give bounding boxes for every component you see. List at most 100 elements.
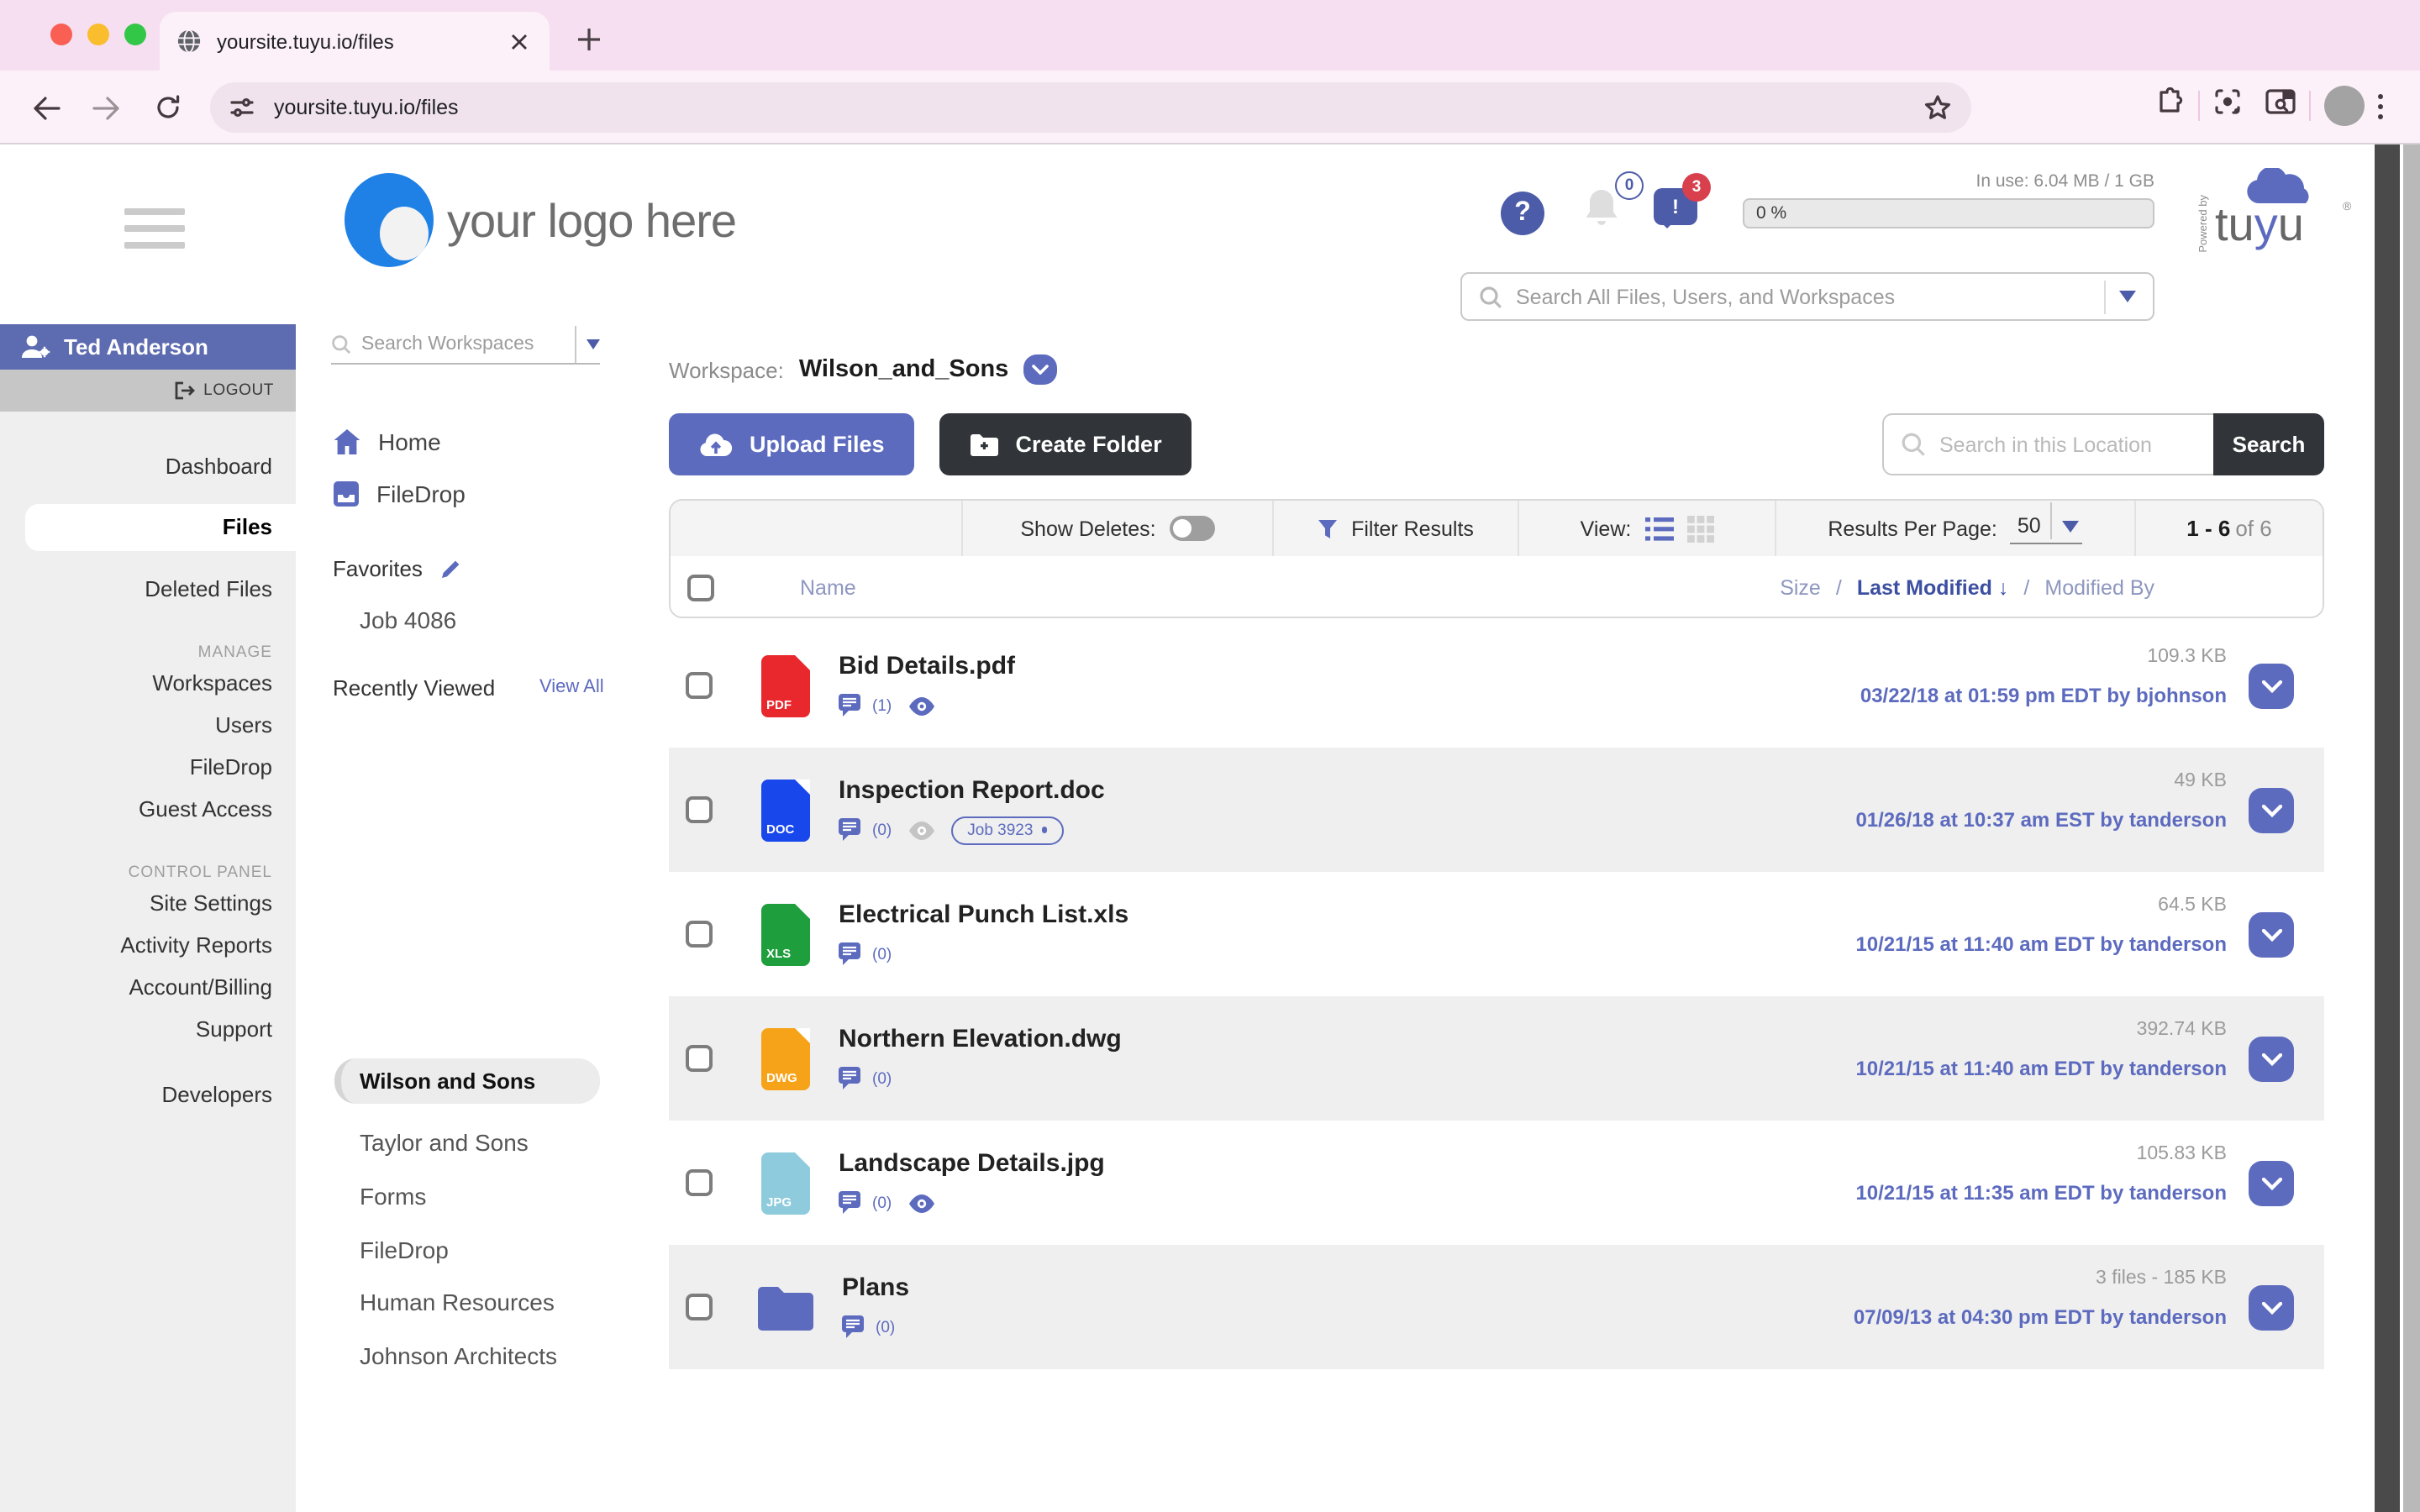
logout-button[interactable]: LOGOUT — [0, 370, 296, 412]
show-deletes-toggle[interactable] — [1170, 516, 1215, 541]
recent-item-active[interactable]: Wilson and Sons — [334, 1058, 600, 1104]
location-search-input[interactable] — [1939, 433, 2158, 456]
comments-icon[interactable] — [839, 942, 864, 966]
recent-item[interactable]: Forms — [360, 1183, 426, 1210]
recent-item[interactable]: FileDrop — [360, 1236, 449, 1263]
sidebar-item-site-settings[interactable]: Site Settings — [0, 882, 296, 924]
address-bar[interactable]: yoursite.tuyu.io/files — [210, 82, 1971, 133]
search-button[interactable]: Search — [2213, 413, 2324, 475]
new-tab-button[interactable] — [565, 15, 612, 62]
workspace-label: Workspace: — [669, 357, 784, 382]
row-checkbox[interactable] — [686, 1045, 713, 1072]
file-name[interactable]: Bid Details.pdf — [839, 652, 1015, 680]
notifications-button[interactable]: 0 — [1580, 185, 1637, 242]
sidebar-item-account-billing[interactable]: Account/Billing — [0, 966, 296, 1008]
column-header-name[interactable]: Name — [800, 575, 856, 599]
row-actions-button[interactable] — [2249, 912, 2294, 958]
table-row[interactable]: DOC Inspection Report.doc (0) Job — [669, 748, 2324, 872]
extensions-icon[interactable] — [2156, 87, 2185, 124]
column-header-size[interactable]: Size — [1780, 575, 1821, 599]
row-checkbox[interactable] — [686, 921, 713, 948]
comments-icon[interactable] — [839, 818, 864, 842]
browser-tab[interactable]: yoursite.tuyu.io/files — [160, 12, 550, 71]
row-checkbox[interactable] — [686, 672, 713, 699]
sidebar-item-activity-reports[interactable]: Activity Reports — [0, 924, 296, 966]
forward-button[interactable] — [84, 86, 128, 129]
close-window-button[interactable] — [50, 24, 72, 45]
comments-icon[interactable] — [839, 1067, 864, 1090]
file-name[interactable]: Landscape Details.jpg — [839, 1149, 1105, 1178]
sidebar-item-deleted-files[interactable]: Deleted Files — [0, 568, 296, 610]
table-row[interactable]: XLS Electrical Punch List.xls (0) 64.5 K… — [669, 872, 2324, 996]
global-search-dropdown-icon[interactable] — [2119, 291, 2136, 302]
row-checkbox[interactable] — [686, 1169, 713, 1196]
table-row[interactable]: Plans (0) 3 files - 185 KB 07/09/13 at 0… — [669, 1245, 2324, 1369]
comments-icon[interactable] — [839, 1191, 864, 1215]
file-name[interactable]: Electrical Punch List.xls — [839, 900, 1128, 929]
column-header-last-modified[interactable]: Last Modified ↓ — [1857, 575, 2009, 599]
workspace-search-input[interactable] — [361, 333, 565, 354]
create-folder-button[interactable]: Create Folder — [940, 413, 1192, 475]
browser-menu-icon[interactable] — [2365, 87, 2396, 125]
nav-item-home[interactable]: Home — [333, 428, 441, 455]
filter-results-button[interactable]: Filter Results — [1274, 501, 1519, 556]
back-button[interactable] — [24, 86, 67, 129]
tab-close-icon[interactable] — [506, 28, 533, 55]
results-per-page-select[interactable]: 50 — [2011, 512, 2083, 544]
site-settings-icon[interactable] — [230, 96, 254, 119]
row-checkbox[interactable] — [686, 796, 713, 823]
hamburger-menu-icon[interactable] — [124, 208, 185, 249]
recent-item[interactable]: Taylor and Sons — [360, 1129, 529, 1156]
sidebar-item-developers[interactable]: Developers — [0, 1074, 296, 1116]
favorite-item[interactable]: Job 4086 — [360, 606, 456, 633]
messages-button[interactable]: ! 3 — [1654, 188, 1697, 225]
row-actions-button[interactable] — [2249, 1161, 2294, 1206]
sidebar-item-workspaces[interactable]: Workspaces — [0, 662, 296, 704]
sidebar-item-guest-access[interactable]: Guest Access — [0, 788, 296, 830]
zoom-window-button[interactable] — [124, 24, 146, 45]
row-actions-button[interactable] — [2249, 1285, 2294, 1331]
row-actions-button[interactable] — [2249, 788, 2294, 833]
url-text[interactable]: yoursite.tuyu.io/files — [274, 96, 1904, 119]
recent-item[interactable]: Human Resources — [360, 1289, 555, 1315]
column-header-modified-by[interactable]: Modified By — [2044, 575, 2154, 599]
bookmark-star-icon[interactable] — [1924, 94, 1951, 121]
workspace-dropdown-button[interactable] — [1023, 354, 1057, 385]
folder-name[interactable]: Plans — [842, 1273, 909, 1302]
view-all-link[interactable]: View All — [539, 677, 604, 697]
upload-files-button[interactable]: Upload Files — [669, 413, 915, 475]
table-row[interactable]: PDF Bid Details.pdf (1) — [669, 623, 2324, 748]
sidebar-item-filedrop[interactable]: FileDrop — [0, 746, 296, 788]
edit-pencil-icon[interactable] — [439, 557, 463, 580]
global-search-input[interactable] — [1516, 285, 2091, 308]
profile-avatar[interactable] — [2324, 86, 2365, 126]
comments-icon[interactable] — [842, 1315, 867, 1339]
lens-search-icon[interactable] — [2213, 87, 2242, 124]
grid-view-icon[interactable] — [1686, 515, 1713, 542]
file-name[interactable]: Inspection Report.doc — [839, 776, 1105, 805]
row-actions-button[interactable] — [2249, 1037, 2294, 1082]
sidebar-item-files[interactable]: Files — [25, 504, 296, 551]
row-actions-button[interactable] — [2249, 664, 2294, 709]
preview-eye-icon[interactable] — [907, 1194, 935, 1212]
comments-icon[interactable] — [839, 694, 864, 717]
reload-button[interactable] — [146, 86, 190, 129]
sidebar-item-dashboard[interactable]: Dashboard — [0, 445, 296, 487]
select-all-checkbox[interactable] — [687, 574, 714, 601]
workspace-search-dropdown-icon[interactable] — [587, 339, 600, 349]
side-panel-icon[interactable] — [2265, 88, 2296, 123]
recent-item[interactable]: Johnson Architects — [360, 1342, 557, 1369]
current-user-bar[interactable]: Ted Anderson — [0, 324, 296, 370]
help-button[interactable]: ? — [1501, 192, 1544, 235]
minimize-window-button[interactable] — [87, 24, 109, 45]
job-tag[interactable]: Job 3923 — [950, 816, 1064, 844]
table-row[interactable]: DWG Northern Elevation.dwg (0) 392.74 KB… — [669, 996, 2324, 1121]
sidebar-item-users[interactable]: Users — [0, 704, 296, 746]
list-view-icon[interactable] — [1644, 517, 1673, 540]
sidebar-item-support[interactable]: Support — [0, 1008, 296, 1050]
table-row[interactable]: JPG Landscape Details.jpg (0) — [669, 1121, 2324, 1245]
row-checkbox[interactable] — [686, 1294, 713, 1320]
nav-item-filedrop[interactable]: FileDrop — [333, 480, 466, 507]
file-name[interactable]: Northern Elevation.dwg — [839, 1025, 1122, 1053]
preview-eye-icon[interactable] — [907, 696, 935, 715]
